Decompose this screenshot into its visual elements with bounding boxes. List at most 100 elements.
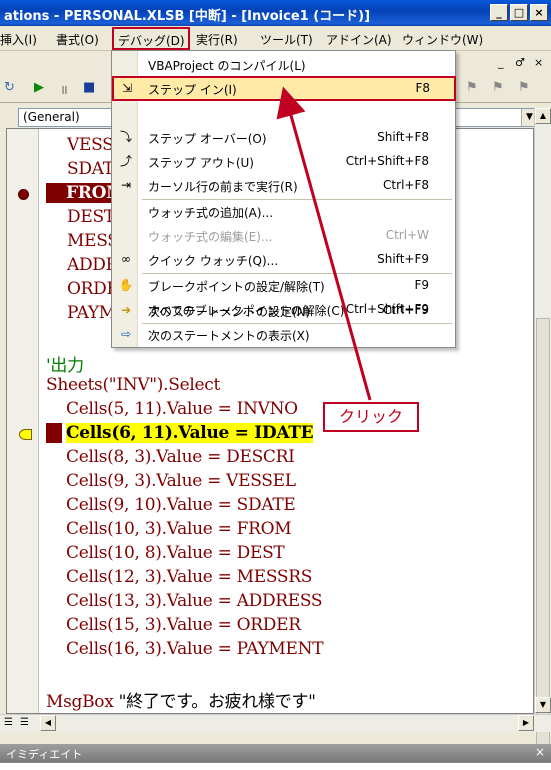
code-line: Cells(9, 10).Value = SDATE [66,495,296,515]
menu-label: カーソル行の前まで実行(R) [148,180,298,194]
menu-shortcut: F9 [414,278,429,292]
maximize-button[interactable]: □ [510,4,528,21]
code-line: Cells(8, 3).Value = DESCRI [66,447,295,467]
code-line: Cells(10, 3).Value = FROM [66,519,292,539]
menu-label: 次のステートメントの設定(N) [148,305,311,319]
run-icon[interactable]: ▶ [34,80,44,95]
callout-text: クリック [338,407,403,426]
menu-label: ステップ オーバー(O) [148,132,267,146]
menu-debug-label: デバッグ(D) [118,34,185,48]
scroll-up-icon[interactable]: ▲ [535,108,551,124]
step-into-icon: ⇲ [121,81,133,95]
close-button[interactable]: × [530,4,548,21]
reset-icon[interactable]: ↻ [4,80,15,95]
menu-step-into[interactable]: ⇲ ステップ イン(I) F8 [112,76,456,101]
menu-step-over[interactable]: ⤵ ステップ オーバー(O) Shift+F8 [112,126,455,149]
scroll-right-icon[interactable]: ▶ [518,715,534,731]
menu-add-watch[interactable]: ウォッチ式の追加(A)... [112,200,455,223]
menu-show-next-statement[interactable]: ⇨ 次のステートメントの表示(X) [112,323,455,346]
menu-bar: 挿入(I) 書式(O) 実行(R) ツール(T) アドイン(A) ウィンドウ(W… [0,26,551,51]
object-combo-value: (General) [23,110,80,124]
menu-window[interactable]: ウィンドウ(W) [402,31,483,48]
menu-set-next-statement[interactable]: ➔ 次のステートメントの設定(N) Ctrl+F9 [112,299,455,322]
code-line: Cells(13, 3).Value = ADDRESS [66,591,323,611]
code-line: DEST [67,207,115,227]
stop-icon[interactable]: ■ [83,80,95,95]
menu-format[interactable]: 書式(O) [56,31,99,48]
menu-shortcut: Ctrl+F9 [383,303,429,317]
bookmark-icon[interactable]: ⚑ [466,80,478,95]
arrow-icon: ➔ [120,303,132,317]
msgbox-line: MsgBox "終了です。お疲れ様です" [46,687,316,712]
code-comment: '出力 [46,356,84,376]
mdi-minimize-button[interactable]: _ [498,56,504,69]
menu-compile[interactable]: VBAProject のコンパイル(L) [112,53,455,76]
menu-toggle-breakpoint[interactable]: ✋ ブレークポイントの設定/解除(T) F9 [112,274,455,297]
margin-indicator-bar[interactable] [7,129,39,713]
menu-run-to-cursor[interactable]: ⇥ カーソル行の前まで実行(R) Ctrl+F8 [112,174,455,197]
glasses-icon: ∞ [121,252,131,266]
window-title: ations - PERSONAL.XLSB [中断] - [Invoice1 … [4,9,371,24]
menu-label: VBAProject のコンパイル(L) [148,59,306,73]
minimize-button[interactable]: _ [490,4,508,21]
next-bookmark-icon[interactable]: ⚑ [492,80,504,95]
menu-label: ブレークポイントの設定/解除(T) [148,280,325,294]
click-callout: クリック [323,402,419,432]
code-line: PAYM [67,303,116,323]
code-line: Cells(16, 3).Value = PAYMENT [66,639,324,659]
menu-label: ステップ アウト(U) [148,156,254,170]
menu-addins[interactable]: アドイン(A) [326,31,392,48]
code-line: Sheets("INV").Select [46,375,221,395]
current-statement-line: Cells(6, 11).Value = IDATE [66,423,314,443]
code-line: Cells(5, 11).Value = INVNO [66,399,298,419]
menu-label: 次のステートメントの表示(X) [148,329,310,343]
vertical-scrollbar[interactable]: ▲ ▼ [534,108,551,748]
mdi-restore-button[interactable]: ♂ [515,56,525,69]
code-line: Cells(9, 3).Value = VESSEL [66,471,296,491]
immediate-window-title: イミディエイト × [0,744,551,762]
menu-label: ウォッチ式の編集(E)... [148,230,273,244]
code-line: Cells(15, 3).Value = ORDER [66,615,301,635]
menu-step-out[interactable]: ⤴ ステップ アウト(U) Ctrl+Shift+F8 [112,150,455,173]
show-next-icon: ⇨ [120,327,132,341]
code-line: Cells(12, 3).Value = MESSRS [66,567,313,587]
menu-shortcut: Shift+F8 [377,130,429,144]
clear-bookmarks-icon[interactable]: ⚑ [518,80,530,95]
module-view-icon[interactable]: ☰ [20,717,29,728]
hand-icon: ✋ [118,278,134,292]
scroll-down-icon[interactable]: ▼ [535,697,551,713]
title-bar: ations - PERSONAL.XLSB [中断] - [Invoice1 … [0,0,551,26]
msgbox-string: "終了です。お疲れ様です" [118,692,316,712]
menu-run[interactable]: 実行(R) [196,31,238,48]
breakpoint-mark [46,423,62,443]
menu-shortcut: Ctrl+Shift+F8 [345,154,429,168]
menu-shortcut: Ctrl+F8 [383,178,429,192]
immediate-window[interactable] [0,762,551,770]
current-statement-arrow-icon [19,429,32,440]
menu-label: ウォッチ式の追加(A)... [148,206,274,220]
pause-icon[interactable]: ॥ [60,80,68,98]
run-to-cursor-icon: ⇥ [120,178,132,192]
menu-edit-watch: ウォッチ式の編集(E)... Ctrl+W [112,224,455,247]
mdi-close-button[interactable]: × [534,56,543,69]
menu-shortcut: F8 [415,81,430,95]
menu-shortcut: Shift+F9 [377,252,429,266]
horizontal-scrollbar[interactable]: ☰ ☰ ◀ ▶ [0,714,551,732]
msgbox-keyword: MsgBox [46,692,114,712]
scroll-thumb[interactable] [536,318,550,748]
code-line: Cells(10, 8).Value = DEST [66,543,285,563]
menu-tools[interactable]: ツール(T) [260,31,313,48]
breakpoint-dot-icon[interactable] [18,189,29,200]
close-icon[interactable]: × [535,745,545,759]
menu-debug[interactable]: デバッグ(D) [112,27,190,50]
procedure-view-icon[interactable]: ☰ [4,717,13,728]
step-out-icon: ⤴ [119,154,132,168]
step-over-icon: ⤵ [119,130,132,144]
menu-quick-watch[interactable]: ∞ クイック ウォッチ(Q)... Shift+F9 [112,248,455,271]
menu-label: ステップ イン(I) [148,83,237,97]
menu-shortcut: Ctrl+W [385,228,429,242]
immediate-title: イミディエイト [6,748,83,761]
menu-insert[interactable]: 挿入(I) [0,31,37,48]
menu-label: クイック ウォッチ(Q)... [148,254,279,268]
scroll-left-icon[interactable]: ◀ [40,715,56,731]
